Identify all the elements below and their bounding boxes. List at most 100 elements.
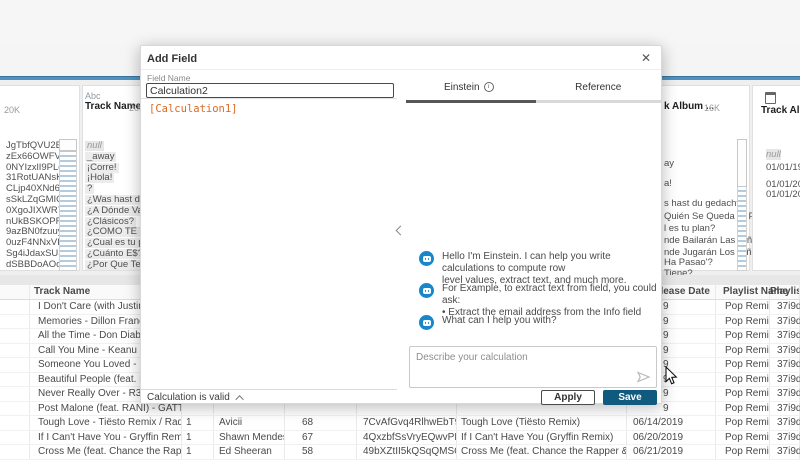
table-row[interactable]: If I Can't Have You - Gryffin Remix 1 Sh… <box>0 431 800 446</box>
profile-value[interactable]: JgTbfQVU2EtsPf <box>4 141 59 152</box>
calculation-code[interactable]: [Calculation1] <box>149 103 238 115</box>
save-button[interactable]: Save <box>603 390 657 405</box>
cell-playlist-name[interactable]: Pop Remix <box>716 329 770 343</box>
add-field-dialog: Add Field ✕ Field Name [Calculation1] Ca… <box>140 45 662 404</box>
profile-value[interactable]: sSkLZqGMIQCR0 <box>4 195 59 206</box>
id-histogram[interactable] <box>59 139 77 271</box>
profile-value[interactable]: 01/01/1970 <box>766 162 800 173</box>
chat-message-text: For Example, to extract text from field,… <box>442 283 657 319</box>
cell-popularity[interactable]: 67 <box>285 431 357 445</box>
info-icon[interactable]: i <box>484 82 494 92</box>
cell-playlist-name[interactable]: Pop Remix <box>716 344 770 358</box>
cell-release-date[interactable]: 06/20/2019 <box>627 431 716 445</box>
profile-value[interactable]: l es tu plan? <box>664 223 715 234</box>
cell-popularity[interactable]: 68 <box>285 416 357 430</box>
cell-count[interactable]: 1 <box>182 431 214 445</box>
cell-count[interactable]: 1 <box>182 416 214 430</box>
calendar-icon <box>765 92 776 104</box>
profile-value[interactable]: null <box>766 149 781 160</box>
cell-track-name-2[interactable]: If I Can't Have You (Gryffin Remix) <box>457 431 627 445</box>
inactive-tab-indicator <box>536 100 662 103</box>
table-row[interactable]: Tough Love - Tiësto Remix / Radio Edit 1… <box>0 416 800 431</box>
scroll-thumb[interactable] <box>737 139 747 187</box>
cell-artist[interactable]: Ed Sheeran <box>214 445 285 459</box>
apply-button[interactable]: Apply <box>541 390 595 405</box>
tab-reference-label: Reference <box>575 82 621 93</box>
tab-reference[interactable]: Reference <box>534 76 664 98</box>
collapse-panel-chevron-icon[interactable] <box>396 226 406 236</box>
cell-playlist-name[interactable]: Pop Remix <box>716 373 770 387</box>
cell-rowedge <box>0 416 30 430</box>
profile-value[interactable]: CLjp40XNd6ZPZf <box>4 184 59 195</box>
profile-value[interactable]: zEx66OWFV2IP9 <box>4 152 59 163</box>
cell-playlist-name[interactable]: Pop Remix <box>716 387 770 401</box>
calculation-editor[interactable]: [Calculation1] <box>141 98 397 390</box>
profile-value[interactable]: nUkBSKOPRUew <box>4 217 59 228</box>
tab-einstein[interactable]: Einstein i <box>404 76 534 98</box>
profile-value[interactable]: 0NYIzxlI9PLgU6z <box>4 163 59 174</box>
profile-column-track-album-date[interactable]: Track Album null01/01/197001/01/200001/0… <box>752 85 800 271</box>
column-header-cell[interactable]: Playlist <box>770 285 800 299</box>
cell-playlist-name[interactable]: Pop Remix <box>716 402 770 416</box>
cell-playlist-name[interactable]: Pop Remix <box>716 315 770 329</box>
column-header-cell[interactable] <box>0 285 30 299</box>
cell-playlist-id[interactable]: 37i9dQZ <box>770 445 800 459</box>
column-header-cell[interactable]: Playlist Name <box>716 285 770 299</box>
profile-value[interactable]: a! <box>664 178 672 189</box>
profile-value[interactable]: 9azBN0fzuuyLqt <box>4 227 59 238</box>
cell-playlist-id[interactable]: 37i9dQZ <box>770 416 800 430</box>
cell-playlist-id[interactable]: 37i9dQZ <box>770 315 800 329</box>
profile-value[interactable]: 0uzF4NNxVKKiN <box>4 238 59 249</box>
cell-count[interactable]: 1 <box>182 445 214 459</box>
einstein-bot-icon <box>419 315 434 330</box>
profile-column-track-id[interactable]: 20K JgTbfQVU2EtsPfzEx66OWFV2IP90NYIzxlI9… <box>0 85 80 271</box>
field-name-input[interactable] <box>146 83 394 98</box>
column-header[interactable]: Track Album <box>761 105 800 116</box>
active-tab-indicator <box>406 100 536 103</box>
cell-track-name[interactable]: Tough Love - Tiësto Remix / Radio Edit <box>30 416 182 430</box>
cell-track-name[interactable]: Cross Me (feat. Chance the Rapper & PnB … <box>30 445 182 459</box>
profile-value[interactable]: dSBBDoAOcDPZE <box>4 260 59 271</box>
cell-playlist-name[interactable]: Pop Remix <box>716 445 770 459</box>
cell-popularity[interactable]: 58 <box>285 445 357 459</box>
cell-playlist-name[interactable]: Pop Remix <box>716 300 770 314</box>
profile-value[interactable]: s hast du gedacht ? <box>664 198 747 209</box>
profile-value[interactable]: ay <box>664 158 674 169</box>
cell-playlist-id[interactable]: 37i9dQZ <box>770 431 800 445</box>
cell-release-date[interactable]: 06/14/2019 <box>627 416 716 430</box>
cell-playlist-id[interactable]: 37i9dQZ <box>770 373 800 387</box>
profile-value[interactable]: Sg4iJdaxSUSBjR <box>4 249 59 260</box>
column-count: 16K <box>704 103 720 113</box>
cell-playlist-id[interactable]: 37i9dQZ <box>770 402 800 416</box>
profile-value[interactable]: 0XgoJIXWR718s7 <box>4 206 59 217</box>
calculation-prompt-input[interactable]: Describe your calculation <box>409 346 657 388</box>
cell-track-name-2[interactable]: Cross Me (feat. Chance the Rapper & PnB … <box>457 445 627 459</box>
cell-playlist-id[interactable]: 37i9dQZ <box>770 329 800 343</box>
cell-artist[interactable]: Avicii <box>214 416 285 430</box>
cell-artist[interactable]: Shawn Mendes <box>214 431 285 445</box>
cell-playlist-name[interactable]: Pop Remix <box>716 416 770 430</box>
cell-track-name[interactable]: If I Can't Have You - Gryffin Remix <box>30 431 182 445</box>
collapse-caret-icon[interactable] <box>235 395 243 403</box>
cell-playlist-id[interactable]: 37i9dQZ <box>770 358 800 372</box>
close-icon[interactable]: ✕ <box>641 51 651 65</box>
table-row[interactable]: Cross Me (feat. Chance the Rapper & PnB … <box>0 445 800 460</box>
cell-track-name-2[interactable]: Tough Love (Tiësto Remix) <box>457 416 627 430</box>
cell-playlist-id[interactable]: 37i9dQZ <box>770 344 800 358</box>
album-histogram[interactable] <box>737 139 747 271</box>
send-icon[interactable] <box>636 371 651 383</box>
chat-message: For Example, to extract text from field,… <box>419 283 657 319</box>
cell-track-id[interactable]: 49bXZtII5kQSqQMSCnSaWO <box>357 445 457 459</box>
cell-track-id[interactable]: 7CvAfGvq4RlhwEbT9o8Iav <box>357 416 457 430</box>
cell-release-date[interactable]: 06/21/2019 <box>627 445 716 459</box>
cell-track-id[interactable]: 4QxzbfSsVryEQwvPFEVSiu <box>357 431 457 445</box>
scroll-thumb[interactable] <box>59 139 77 151</box>
cell-playlist-id[interactable]: 37i9dQZ <box>770 387 800 401</box>
cell-playlist-name[interactable]: Pop Remix <box>716 358 770 372</box>
cell-playlist-name[interactable]: Pop Remix <box>716 431 770 445</box>
profile-value[interactable]: 31RotUANsKuzy <box>4 173 59 184</box>
profile-value[interactable]: Ha Pasao'? <box>664 257 713 268</box>
cell-playlist-id[interactable]: 37i9dQZ <box>770 300 800 314</box>
cell-rowedge <box>0 300 30 314</box>
profile-value[interactable]: 01/01/2030 <box>766 189 800 200</box>
